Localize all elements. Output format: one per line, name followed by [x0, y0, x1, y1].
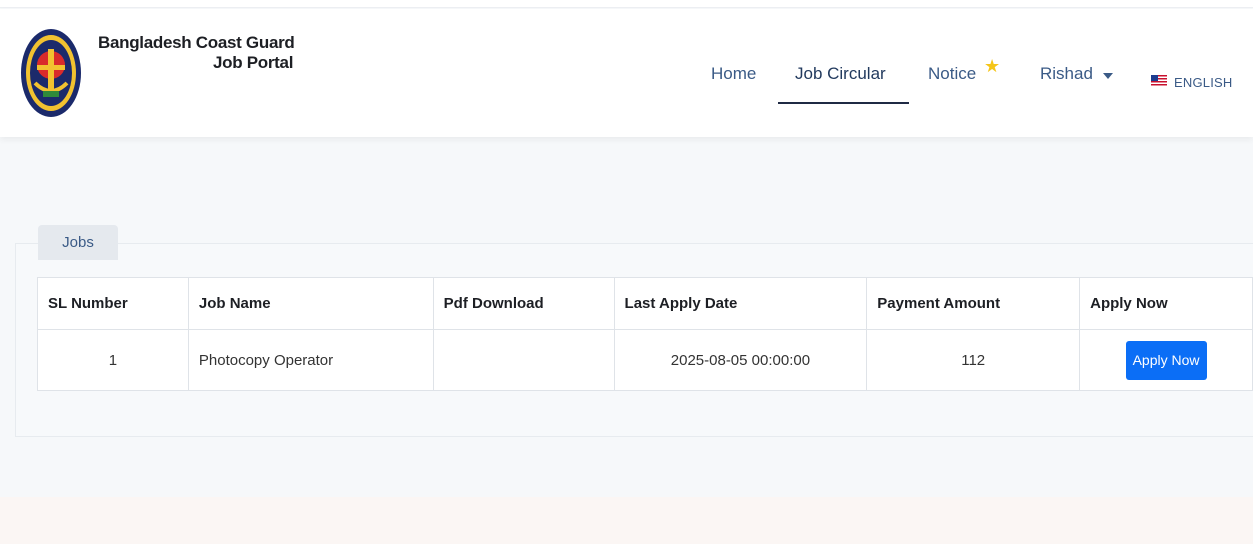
- nav-user-menu[interactable]: Rishad: [1040, 64, 1093, 84]
- cell-sl-number: 1: [37, 329, 189, 391]
- us-flag-icon: [1151, 75, 1167, 86]
- caret-down-icon[interactable]: [1103, 73, 1113, 79]
- nav-home[interactable]: Home: [711, 64, 756, 84]
- nav-notice[interactable]: Notice: [928, 64, 976, 84]
- column-header-pdf-download: Pdf Download: [432, 277, 615, 330]
- brand-title: Bangladesh Coast Guard: [98, 33, 295, 52]
- cell-last-apply-date: 2025-08-05 00:00:00: [613, 329, 868, 391]
- coast-guard-emblem-icon[interactable]: [19, 25, 83, 121]
- table-header-row: SL Number Job Name Pdf Download Last App…: [37, 277, 1253, 330]
- cell-payment-amount: 112: [866, 329, 1081, 391]
- language-switch[interactable]: ENGLISH: [1174, 75, 1232, 90]
- star-icon: ★: [984, 56, 1001, 76]
- apply-now-button[interactable]: Apply Now: [1125, 340, 1207, 380]
- cell-job-name: Photocopy Operator: [187, 329, 434, 391]
- cell-pdf-download: [432, 329, 615, 391]
- column-header-job-name: Job Name: [187, 277, 434, 330]
- jobs-table: SL Number Job Name Pdf Download Last App…: [37, 277, 1253, 391]
- site-header: Bangladesh Coast Guard Job Portal Home J…: [0, 9, 1253, 137]
- column-header-apply-now: Apply Now: [1079, 277, 1253, 330]
- nav-job-circular[interactable]: Job Circular: [795, 64, 886, 84]
- active-nav-underline: [778, 102, 909, 104]
- column-header-last-apply-date: Last Apply Date: [613, 277, 868, 330]
- brand-subtitle: Job Portal: [213, 53, 294, 72]
- column-header-sl-number: SL Number: [37, 277, 189, 330]
- column-header-payment-amount: Payment Amount: [866, 277, 1081, 330]
- footer-band: [0, 497, 1253, 544]
- cell-apply-now: Apply Now: [1079, 329, 1253, 391]
- table-row: 1 Photocopy Operator 2025-08-05 00:00:00…: [37, 329, 1253, 391]
- tab-jobs[interactable]: Jobs: [38, 225, 118, 260]
- top-border: [0, 0, 1253, 8]
